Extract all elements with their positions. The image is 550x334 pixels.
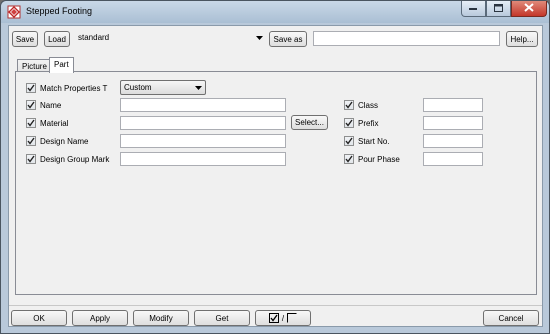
material-label: Material (40, 118, 69, 128)
match-properties-select[interactable]: Custom (120, 80, 206, 95)
part-tab-panel: Match Properties T Custom Name Material … (15, 71, 537, 295)
chevron-down-icon (255, 32, 264, 44)
pour-phase-label: Pour Phase (358, 154, 400, 164)
design-group-mark-input[interactable] (120, 152, 286, 166)
prefix-input[interactable] (423, 116, 483, 130)
match-properties-checkbox[interactable] (26, 83, 36, 93)
cancel-button[interactable]: Cancel (483, 310, 539, 326)
design-group-mark-label: Design Group Mark (40, 154, 110, 164)
checkmark-icon (27, 119, 35, 127)
class-input[interactable] (423, 98, 483, 112)
checked-box-icon (268, 313, 279, 323)
prefix-row: Prefix (344, 116, 378, 130)
chevron-down-icon (194, 82, 203, 94)
class-label: Class (358, 100, 379, 110)
match-properties-value: Custom (124, 83, 152, 92)
title-bar[interactable]: Stepped Footing (1, 1, 549, 23)
apply-button[interactable]: Apply (72, 310, 128, 326)
save-as-button[interactable]: Save as (269, 31, 307, 47)
toggle-separator: / (281, 313, 285, 323)
name-checkbox[interactable] (26, 100, 36, 110)
maximize-button[interactable] (486, 1, 511, 17)
match-properties-label: Match Properties T (40, 83, 108, 93)
start-no-input[interactable] (423, 134, 483, 148)
unchecked-box-icon (287, 313, 297, 323)
material-checkbox[interactable] (26, 118, 36, 128)
start-no-label: Start No. (358, 136, 390, 146)
window-title: Stepped Footing (26, 6, 93, 16)
class-row: Class (344, 98, 378, 112)
checkmark-icon (345, 101, 353, 109)
prefix-checkbox[interactable] (344, 118, 354, 128)
toggle-all-checkboxes-button[interactable]: / (255, 310, 311, 326)
prefix-label: Prefix (358, 118, 379, 128)
start-no-checkbox[interactable] (344, 136, 354, 146)
design-name-row: Design Name (26, 134, 88, 148)
design-group-mark-row: Design Group Mark (26, 152, 109, 166)
start-no-row: Start No. (344, 134, 390, 148)
help-button[interactable]: Help... (506, 31, 538, 47)
tab-part[interactable]: Part (49, 57, 74, 73)
checkmark-icon (27, 137, 35, 145)
name-input[interactable] (120, 98, 286, 112)
material-input[interactable] (120, 116, 286, 130)
close-button[interactable] (511, 1, 547, 17)
minimize-button[interactable] (461, 1, 486, 17)
pour-phase-row: Pour Phase (344, 152, 400, 166)
ok-button[interactable]: OK (11, 310, 67, 326)
name-row: Name (26, 98, 61, 112)
minimize-icon (469, 4, 478, 13)
dialog-window: Stepped Footing Save Load standard Save … (0, 0, 550, 334)
modify-button[interactable]: Modify (133, 310, 189, 326)
name-label: Name (40, 100, 62, 110)
design-name-checkbox[interactable] (26, 136, 36, 146)
match-properties-row: Match Properties T (26, 81, 107, 95)
load-file-select[interactable]: standard (75, 31, 266, 47)
class-checkbox[interactable] (344, 100, 354, 110)
design-name-input[interactable] (120, 134, 286, 148)
close-icon (524, 3, 534, 14)
load-file-value: standard (78, 33, 110, 42)
design-name-label: Design Name (40, 136, 89, 146)
footer-bar: OK Apply Modify Get / Cancel (9, 305, 542, 327)
material-select-button[interactable]: Select... (291, 115, 328, 130)
checkmark-icon (345, 119, 353, 127)
checkmark-icon (27, 155, 35, 163)
pour-phase-input[interactable] (423, 152, 483, 166)
pour-phase-checkbox[interactable] (344, 154, 354, 164)
material-row: Material (26, 116, 68, 130)
app-icon (7, 5, 21, 19)
save-as-name-input[interactable] (313, 31, 500, 46)
checkmark-icon (27, 101, 35, 109)
checkmark-icon (345, 155, 353, 163)
save-button[interactable]: Save (12, 31, 38, 47)
checkmark-icon (345, 137, 353, 145)
load-button[interactable]: Load (44, 31, 70, 47)
maximize-icon (494, 3, 503, 14)
dialog-body: Save Load standard Save as Help... Pictu… (8, 25, 543, 327)
get-button[interactable]: Get (194, 310, 250, 326)
checkmark-icon (27, 84, 35, 92)
design-group-mark-checkbox[interactable] (26, 154, 36, 164)
